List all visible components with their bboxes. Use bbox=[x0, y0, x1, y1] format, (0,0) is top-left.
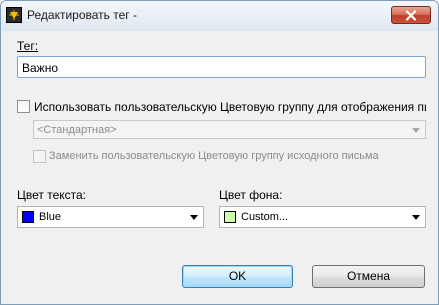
close-button[interactable] bbox=[391, 6, 431, 24]
use-color-group-label[interactable]: Использовать пользовательскую Цветовую г… bbox=[34, 100, 426, 114]
bg-color-label: Цвет фона: bbox=[219, 188, 283, 202]
window-title: Редактировать тег - bbox=[27, 8, 137, 22]
bg-color-swatch bbox=[224, 211, 236, 223]
bg-color-select[interactable]: Custom... bbox=[219, 206, 426, 228]
color-group-select-value: <Стандартная> bbox=[37, 124, 117, 136]
use-color-group-checkbox[interactable] bbox=[17, 100, 30, 113]
ok-button[interactable]: OK bbox=[182, 265, 293, 288]
close-x-icon bbox=[405, 10, 417, 21]
replace-color-group-checkbox[interactable] bbox=[33, 150, 46, 163]
title-bar[interactable]: Редактировать тег - bbox=[1, 1, 438, 31]
text-color-value: Blue bbox=[39, 211, 62, 223]
bg-color-value: Custom... bbox=[241, 211, 289, 223]
cancel-button[interactable]: Отмена bbox=[312, 265, 425, 288]
edit-tag-dialog: Редактировать тег - Тег: Важно Использов… bbox=[0, 0, 439, 305]
text-color-swatch bbox=[22, 211, 34, 223]
dialog-body: Тег: Важно Использовать пользовательскую… bbox=[7, 31, 432, 299]
chevron-down-icon bbox=[412, 215, 420, 220]
tag-label: Тег: bbox=[17, 39, 39, 53]
replace-color-group-label: Заменить пользовательскую Цветовую групп… bbox=[49, 150, 379, 162]
tag-name-input[interactable]: Важно bbox=[17, 56, 426, 78]
color-group-select[interactable]: <Стандартная> bbox=[33, 120, 426, 139]
chevron-down-icon bbox=[412, 128, 420, 133]
text-color-label: Цвет текста: bbox=[17, 188, 87, 202]
text-color-select[interactable]: Blue bbox=[17, 206, 204, 228]
chevron-down-icon bbox=[190, 215, 198, 220]
tag-app-icon bbox=[6, 7, 22, 23]
